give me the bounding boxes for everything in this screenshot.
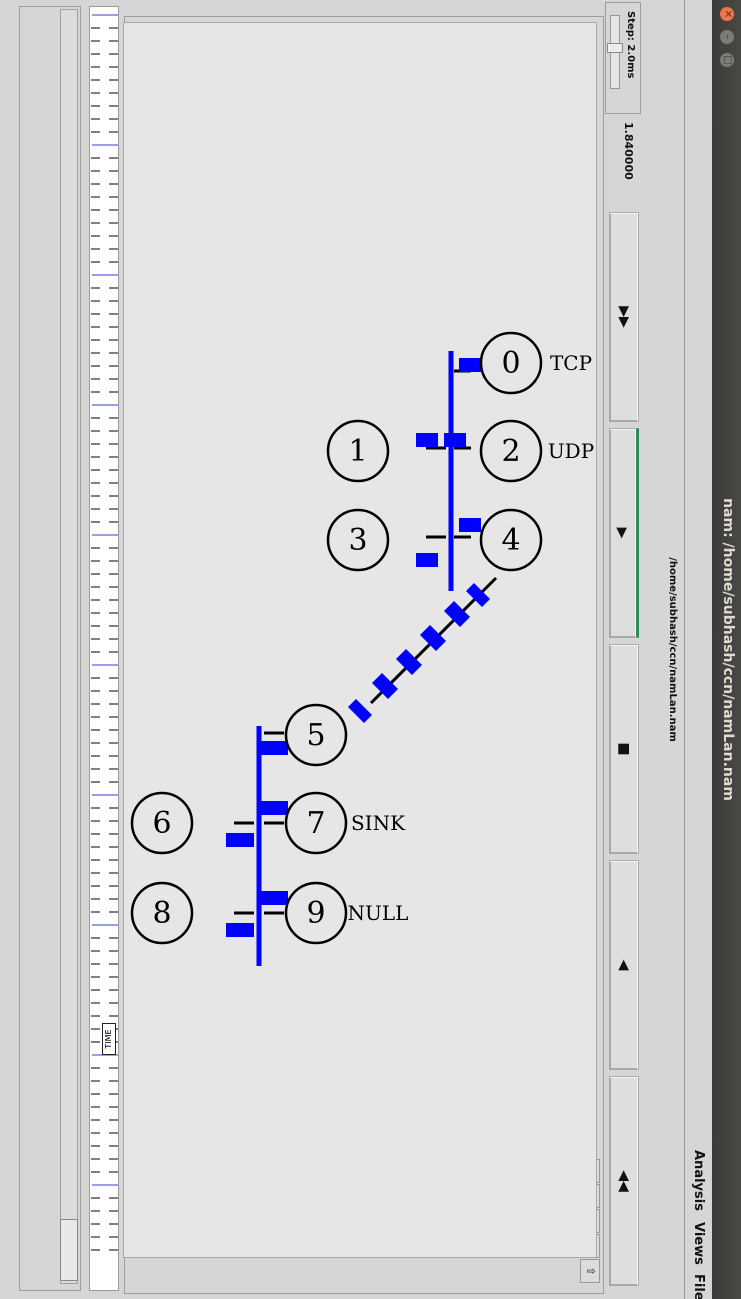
- packet: [416, 553, 438, 567]
- zoom-in-icon[interactable]: ⇧: [580, 1259, 600, 1283]
- rewind-button[interactable]: ◀◀: [609, 1076, 639, 1286]
- packet: [348, 699, 372, 723]
- packet: [444, 601, 470, 627]
- network-topology: 0 1 2 3 4 5 6 7 8 9 TCP UDP SINK NULL: [130, 331, 594, 966]
- agent-label-null: NULL: [348, 901, 409, 925]
- node-label-5: 5: [306, 718, 325, 753]
- packet: [416, 433, 438, 447]
- fast-forward-icon: ▶▶: [616, 306, 632, 328]
- back-icon: ◀: [616, 959, 632, 971]
- packet: [260, 891, 288, 905]
- play-button[interactable]: ▶: [609, 428, 639, 638]
- title-bar: ✕ – □ nam: /home/subhash/ccn/namLan.nam: [712, 0, 741, 1299]
- packet: [372, 673, 398, 699]
- timeline-ruler[interactable]: TIME: [89, 6, 119, 1291]
- packet: [260, 741, 288, 755]
- ruler-ticks: [91, 14, 118, 1251]
- step-control: Step: 2.0ms: [605, 2, 641, 114]
- current-time: 1.840000: [622, 122, 635, 180]
- node-label-4: 4: [501, 523, 520, 558]
- node-label-7: 7: [306, 806, 325, 841]
- step-slider-handle[interactable]: [607, 43, 623, 53]
- menu-file[interactable]: File: [691, 1274, 706, 1299]
- node-label-0: 0: [501, 346, 520, 381]
- agent-label-sink: SINK: [351, 811, 406, 835]
- node-label-6: 6: [152, 806, 171, 841]
- packet: [226, 833, 254, 847]
- rotated-window: ✕ – □ nam: /home/subhash/ccn/namLan.nam …: [0, 0, 741, 1299]
- file-path-bar: /home/subhash/ccn/namLan.nam: [642, 0, 682, 1299]
- packet: [420, 625, 446, 651]
- time-marker[interactable]: TIME: [102, 1023, 116, 1055]
- window-title: nam: /home/subhash/ccn/namLan.nam: [720, 498, 736, 801]
- time-marker-label: TIME: [104, 1029, 113, 1049]
- agent-label-udp: UDP: [548, 439, 594, 463]
- rewind-icon: ◀◀: [616, 1170, 632, 1192]
- node-label-1: 1: [348, 434, 367, 469]
- menu-divider: [684, 0, 685, 1299]
- file-path-label: /home/subhash/ccn/namLan.nam: [667, 557, 678, 742]
- network-canvas[interactable]: 0 1 2 3 4 5 6 7 8 9 TCP UDP SINK NULL: [123, 22, 597, 1258]
- packet: [226, 923, 254, 937]
- packet: [260, 801, 288, 815]
- network-nodes: [130, 331, 543, 945]
- nam-app-window: ✕ – □ nam: /home/subhash/ccn/namLan.nam …: [0, 0, 741, 1299]
- node-label-8: 8: [152, 896, 171, 931]
- packet: [459, 518, 481, 532]
- fast-forward-button[interactable]: ▶▶: [609, 212, 639, 422]
- monitor-panel: [19, 6, 81, 1291]
- packet: [459, 358, 481, 372]
- stop-button[interactable]: ■: [609, 644, 639, 854]
- node-label-3: 3: [348, 523, 367, 558]
- monitor-scroll-thumb[interactable]: [60, 1219, 78, 1281]
- menu-bar: File Views Analysis: [682, 0, 712, 1299]
- stop-icon: ■: [616, 742, 632, 756]
- agent-label-tcp: TCP: [550, 351, 592, 375]
- menu-views[interactable]: Views: [691, 1222, 706, 1265]
- node-label-9: 9: [306, 896, 325, 931]
- step-label: Step: 2.0ms: [625, 11, 636, 79]
- play-icon: ▶: [614, 527, 630, 539]
- menu-analysis[interactable]: Analysis: [691, 1150, 706, 1211]
- playback-controls: Step: 2.0ms 1.840000 ▶▶ ▶ ■ ◀ ◀◀: [605, 0, 641, 1299]
- back-button[interactable]: ◀: [609, 860, 639, 1070]
- node-label-2: 2: [501, 434, 520, 469]
- packet: [444, 433, 466, 447]
- monitor-scroll-track[interactable]: [60, 9, 78, 1284]
- packet: [396, 649, 422, 675]
